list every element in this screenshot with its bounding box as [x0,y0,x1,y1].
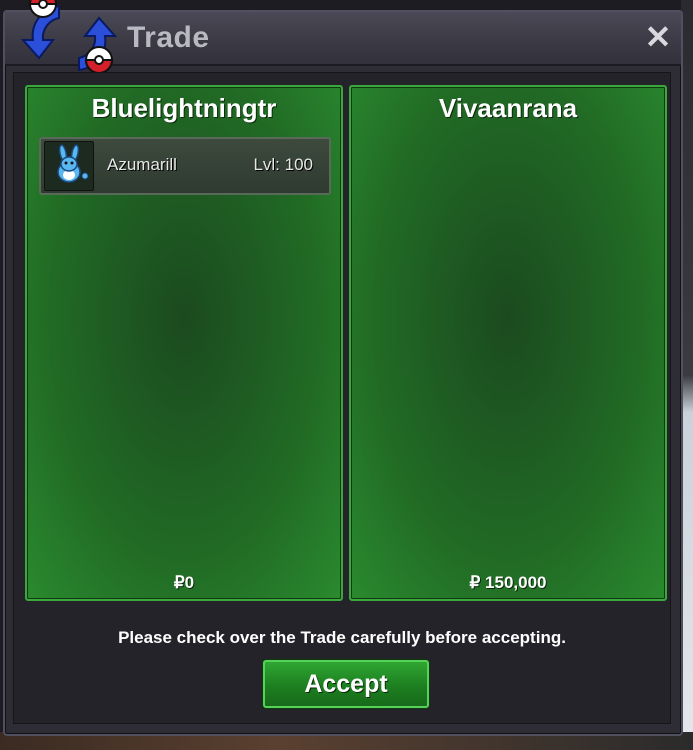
window-title: Trade [127,21,210,54]
item-name: Azumarill [107,155,177,174]
item-level: Lvl: 100 [253,155,313,174]
player-offer-panel-right: Vivaanrana ₽ 150,000 [349,85,667,601]
trade-pokeball-arrows-icon [20,0,118,74]
trade-notice: Please check over the Trade carefully be… [118,628,566,647]
trade-content: Bluelightningtr Azumarill Lvl: 100 ₽0 Vi… [13,72,671,724]
player-name-left: Bluelightningtr [91,93,277,123]
player-offer-panel-left: Bluelightningtr Azumarill Lvl: 100 ₽0 [25,85,343,601]
trade-item-slot[interactable]: Azumarill Lvl: 100 [39,137,331,195]
azumarill-sprite-icon [44,141,94,191]
close-icon: ✕ [644,19,672,55]
trade-window: Trade ✕ Bluelightningtr Azumarill Lvl: 1… [3,0,683,736]
accept-button[interactable]: Accept [263,660,429,708]
player-name-right: Vivaanrana [438,93,578,123]
money-offer-right: ₽ 150,000 [469,573,547,592]
money-offer-left: ₽0 [173,573,195,592]
close-button[interactable]: ✕ [643,19,673,55]
